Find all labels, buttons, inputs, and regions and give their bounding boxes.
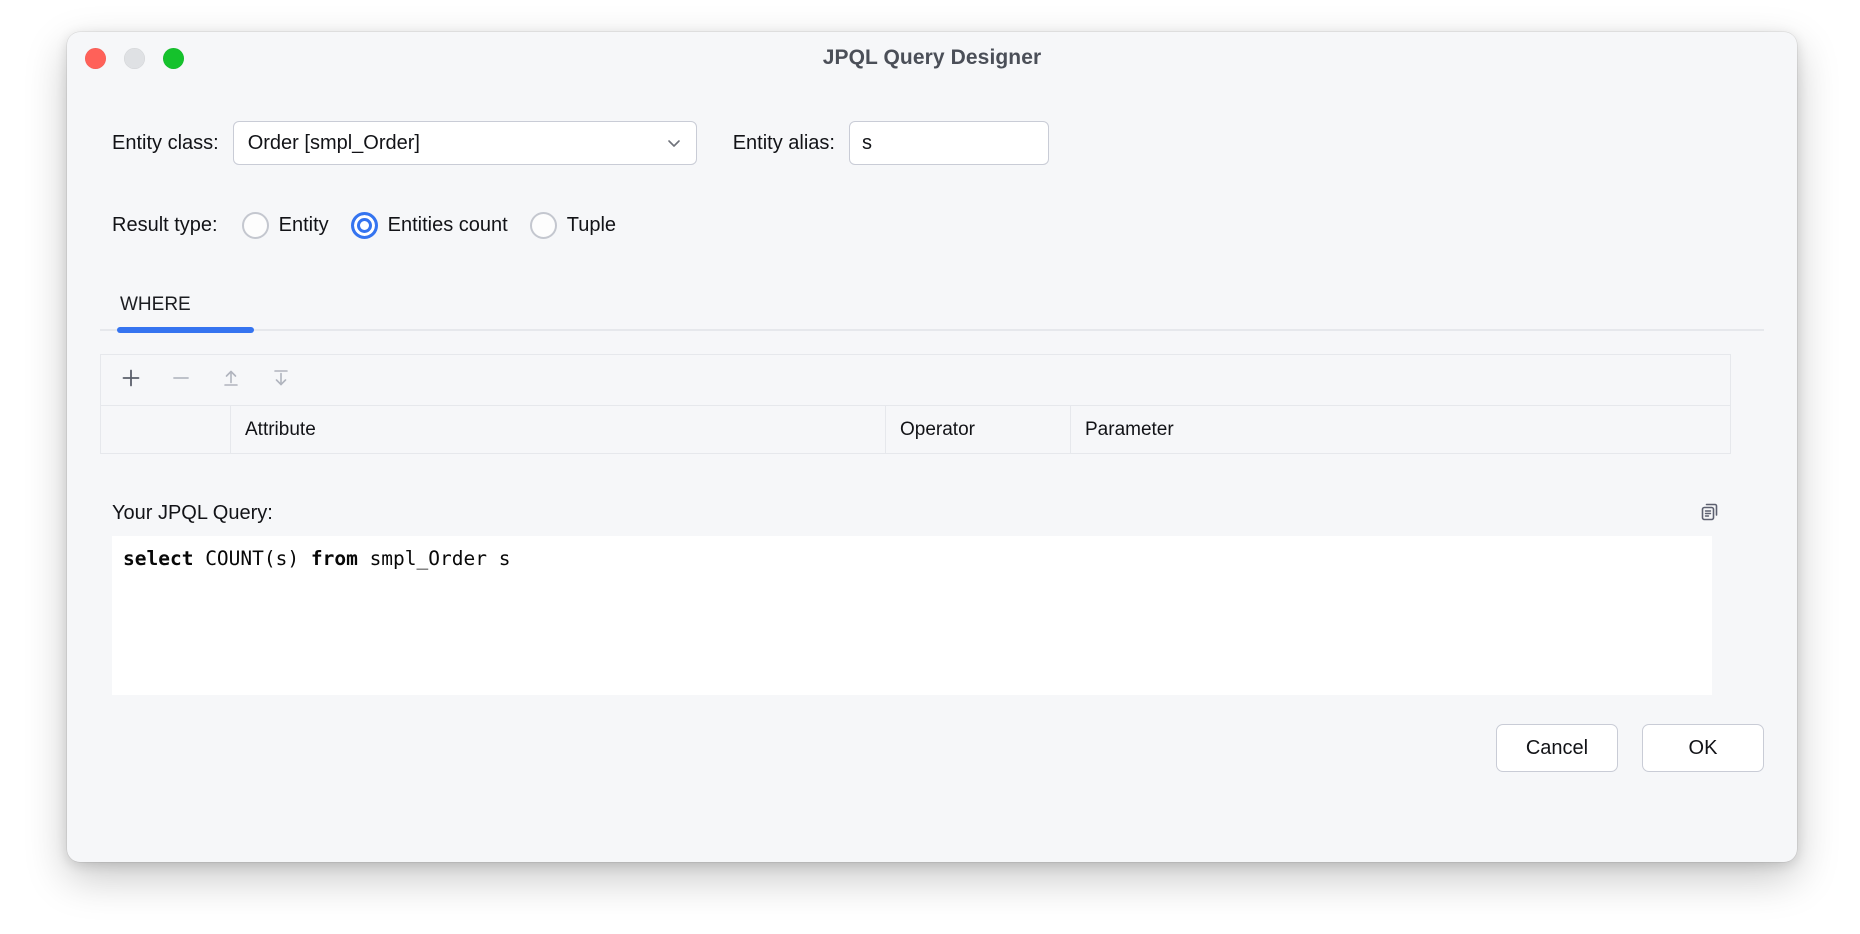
entity-alias-label: Entity alias: <box>733 132 835 155</box>
window-title: JPQL Query Designer <box>67 46 1797 70</box>
window-titlebar: JPQL Query Designer <box>67 32 1797 88</box>
arrow-up-to-line-icon <box>220 367 242 394</box>
radio-entities-count[interactable] <box>351 212 378 239</box>
conditions-panel: Attribute Operator Parameter <box>100 354 1731 454</box>
radio-tuple[interactable] <box>530 212 557 239</box>
radio-tuple-label: Tuple <box>567 214 616 237</box>
tab-active-indicator <box>117 327 254 333</box>
query-keyword-from: from <box>311 547 358 570</box>
dialog-content: Entity class: Order [smpl_Order] Entity … <box>67 88 1797 862</box>
radio-entity-label: Entity <box>279 214 329 237</box>
entity-alias-input[interactable] <box>849 121 1049 165</box>
entity-class-label: Entity class: <box>112 132 219 155</box>
query-segment-count: COUNT(s) <box>193 547 310 570</box>
entity-class-value: Order [smpl_Order] <box>248 133 420 153</box>
copy-query-button[interactable] <box>1694 498 1726 530</box>
tab-strip: WHERE <box>100 280 1764 332</box>
ok-button[interactable]: OK <box>1642 724 1764 772</box>
dialog-footer: Cancel OK <box>1496 724 1764 772</box>
tab-divider <box>100 329 1764 331</box>
conditions-table-header: Attribute Operator Parameter <box>101 406 1730 453</box>
column-header-operator[interactable]: Operator <box>886 406 1071 453</box>
move-down-button[interactable] <box>263 362 299 398</box>
result-type-option-tuple[interactable]: Tuple <box>530 212 616 239</box>
result-type-label: Result type: <box>112 214 218 237</box>
entity-class-combobox[interactable]: Order [smpl_Order] <box>233 121 697 165</box>
entity-row: Entity class: Order [smpl_Order] Entity … <box>112 120 1049 166</box>
jpql-query-designer-dialog: JPQL Query Designer Entity class: Order … <box>67 32 1797 862</box>
column-header-attribute[interactable]: Attribute <box>231 406 886 453</box>
result-type-row: Result type: Entity Entities count Tuple <box>112 208 616 242</box>
cancel-button[interactable]: Cancel <box>1496 724 1618 772</box>
query-text: select COUNT(s) from smpl_Order s <box>123 546 1712 571</box>
arrow-down-to-line-icon <box>270 367 292 394</box>
minus-icon <box>170 367 192 394</box>
tab-where[interactable]: WHERE <box>100 280 211 330</box>
plus-icon <box>120 367 142 394</box>
conditions-toolbar <box>101 355 1730 406</box>
query-segment-table: smpl_Order s <box>358 547 511 570</box>
add-condition-button[interactable] <box>113 362 149 398</box>
copy-icon <box>1697 499 1723 530</box>
move-up-button[interactable] <box>213 362 249 398</box>
column-header-parameter[interactable]: Parameter <box>1071 406 1730 453</box>
entity-alias-group: Entity alias: <box>733 121 1049 165</box>
result-type-option-entity[interactable]: Entity <box>242 212 329 239</box>
query-label: Your JPQL Query: <box>112 502 273 525</box>
radio-entity[interactable] <box>242 212 269 239</box>
remove-condition-button[interactable] <box>163 362 199 398</box>
radio-entities-count-label: Entities count <box>388 214 508 237</box>
query-textarea[interactable]: select COUNT(s) from smpl_Order s <box>112 536 1712 695</box>
column-header-blank[interactable] <box>101 406 231 453</box>
result-type-option-entities-count[interactable]: Entities count <box>351 212 508 239</box>
query-keyword-select: select <box>123 547 193 570</box>
chevron-down-icon <box>665 134 683 152</box>
desktop-background: JPQL Query Designer Entity class: Order … <box>0 0 1860 934</box>
